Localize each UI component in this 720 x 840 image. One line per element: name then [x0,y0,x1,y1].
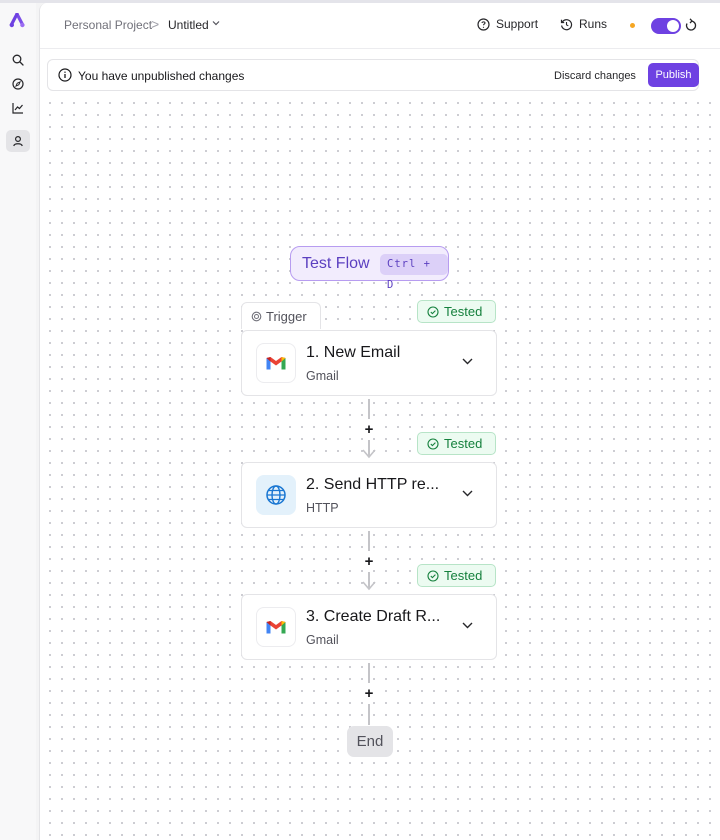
step-subtitle: Gmail [306,633,339,647]
add-step-button[interactable]: + [360,420,378,438]
flow-canvas[interactable]: Test Flow Ctrl + D Trigger Tested 1. New… [40,93,720,840]
user-icon [13,135,23,147]
step-subtitle: Gmail [306,369,339,383]
history-icon [560,18,573,30]
publish-button[interactable]: Publish [648,63,699,87]
flow-enabled-toggle[interactable] [651,18,681,34]
trigger-label: Trigger [266,308,307,324]
breadcrumb-separator: > [151,16,160,32]
add-step-button[interactable]: + [360,684,378,702]
check-circle-icon [427,569,439,582]
chevron-down-icon[interactable] [462,622,473,629]
trigger-icon [251,311,262,321]
sidebar [0,3,36,840]
tested-badge: Tested [417,564,496,587]
step-card-1[interactable]: 1. New Email Gmail [241,330,497,396]
connector-line [368,399,370,419]
chart-icon [12,103,23,114]
tested-badge: Tested [417,300,496,323]
gmail-icon [256,343,296,383]
sidebar-item-explore[interactable] [6,73,30,95]
step-title: 2. Send HTTP re... [306,476,440,493]
connector-line [368,704,370,725]
step-card-3[interactable]: 3. Create Draft R... Gmail [241,594,497,660]
app-logo[interactable] [8,13,26,29]
banner-message: You have unpublished changes [78,69,245,83]
runs-label: Runs [579,17,608,31]
step-card-2[interactable]: 2. Send HTTP re... HTTP [241,462,497,528]
chevron-down-icon[interactable] [212,20,220,26]
status-dot [630,23,635,28]
tested-label: Tested [444,304,483,319]
arrow-down-icon [362,449,376,459]
help-circle-icon [477,17,490,31]
support-button[interactable]: Support [477,17,538,31]
end-node: End [347,726,393,757]
runs-button[interactable]: Runs [560,17,607,31]
test-flow-button[interactable]: Test Flow Ctrl + D [290,246,449,291]
chevron-down-icon[interactable] [462,490,473,497]
compass-icon [12,78,24,90]
gmail-icon [256,607,296,647]
sidebar-item-profile[interactable] [6,130,30,152]
main-panel: Personal Project > Untitled Support Runs… [39,3,720,840]
sidebar-item-search[interactable] [6,49,30,71]
sidebar-item-analytics[interactable] [6,97,30,119]
connector-line [368,531,370,551]
globe-icon [256,475,296,515]
support-label: Support [496,17,539,31]
tested-badge: Tested [417,432,496,455]
connector-line [368,663,370,683]
check-circle-icon [427,305,439,318]
info-icon [58,68,72,82]
step-subtitle: HTTP [306,501,339,515]
breadcrumb-project[interactable]: Personal Project [64,18,152,32]
trigger-tab: Trigger [241,302,321,329]
add-step-button[interactable]: + [360,552,378,570]
tested-label: Tested [444,436,483,451]
toggle-knob [667,20,679,32]
chevron-down-icon[interactable] [462,358,473,365]
arrow-down-icon [362,581,376,591]
breadcrumb-title[interactable]: Untitled [168,18,209,32]
tested-label: Tested [444,568,483,583]
check-circle-icon [427,437,439,450]
search-icon [12,54,24,66]
step-title: 1. New Email [306,344,401,361]
step-title: 3. Create Draft R... [306,608,441,625]
header: Personal Project > Untitled Support Runs [40,3,720,49]
discard-changes-button[interactable]: Discard changes [554,70,636,82]
test-flow-label: Test Flow [302,255,370,272]
keyboard-shortcut: Ctrl + D [380,254,448,291]
unpublished-banner: You have unpublished changes Discard cha… [47,59,699,91]
refresh-icon[interactable] [685,18,697,32]
